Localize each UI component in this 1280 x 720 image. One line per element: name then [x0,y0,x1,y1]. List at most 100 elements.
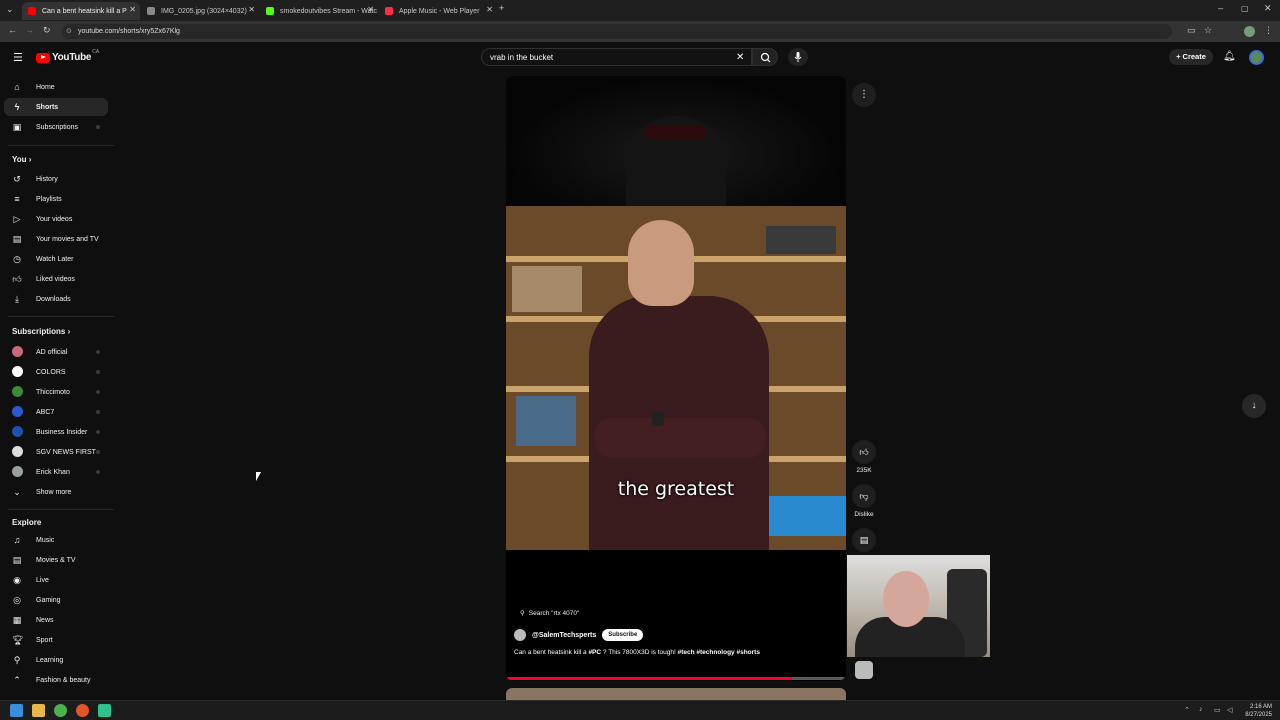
browser-tab[interactable]: Apple Music - Web Player ✕ [379,2,497,20]
subscription-item[interactable]: Thiccimoto [4,383,108,401]
subscription-item[interactable]: ABC7 [4,403,108,421]
maximize-button[interactable]: ▢ [1241,4,1249,13]
search-suggestion[interactable]: ⚲ Search "rtx 4070" [520,609,579,617]
display-tray-icon[interactable]: ▭ [1214,706,1221,714]
volume-tray-icon[interactable]: ◁ [1227,706,1232,714]
sidebar-item[interactable]: ◷ Watch Later [4,250,108,268]
close-tab-icon[interactable]: ✕ [129,5,136,14]
site-info-icon[interactable]: ⊙ [66,24,72,39]
close-tab-icon[interactable]: ✕ [248,5,255,14]
chrome-icon[interactable] [54,704,67,717]
new-tab-button[interactable]: + [499,3,504,13]
logo-country: CA [92,48,100,55]
sidebar-item[interactable]: ⚲ Learning [4,651,108,669]
sidebar-item-subscriptions[interactable]: ▣ Subscriptions [4,118,108,136]
sound-avatar[interactable] [855,661,873,679]
windows-start-icon[interactable] [10,704,23,717]
sidebar-item[interactable]: ♫ Music [4,531,108,549]
sidebar-item-label: Playlists [36,195,62,203]
voice-search-button[interactable] [788,48,808,66]
show-more-button[interactable]: ⌄ Show more [4,483,108,501]
close-tab-icon[interactable]: ✕ [367,5,374,14]
new-content-dot [96,450,100,454]
bookmark-star-icon[interactable]: ☆ [1204,25,1212,36]
reload-icon[interactable]: ↻ [43,25,51,36]
forward-icon[interactable]: → [25,25,34,35]
shorts-player[interactable]: the greatest ⚲ Search "rtx 4070" @SalemTe… [506,76,846,681]
sidebar-item-label: SGV NEWS FIRST [36,448,96,456]
subscription-item[interactable]: Business Insider [4,423,108,441]
tray-chevron-icon[interactable]: ⌃ [1184,706,1190,714]
youtube-logo[interactable]: YouTube CA [36,48,100,63]
browser-tab[interactable]: smokedoutvibes Stream - Watc ✕ [260,2,378,20]
search-input[interactable]: vrab in the bucket ✕ [481,48,752,66]
subscription-item[interactable]: SGV NEWS FIRST [4,443,108,461]
sidebar-item[interactable]: ↺ History [4,170,108,188]
search-icon [760,52,771,63]
sidebar-item-shorts[interactable]: ϟ Shorts [4,98,108,116]
channel-name[interactable]: @SalemTechsperts [532,632,596,639]
subscribe-button[interactable]: Subscribe [602,629,644,641]
account-avatar[interactable] [1249,50,1264,65]
cast-icon[interactable]: ▭ [1187,25,1196,36]
you-heading[interactable]: You › [12,155,31,164]
sidebar-item-label: COLORS [36,368,66,376]
close-tab-icon[interactable]: ✕ [486,5,493,14]
sidebar-item-home[interactable]: ⌂ Home [4,78,108,96]
tab-title: Can a bent heatsink kill a P [42,7,127,15]
hashtag-link[interactable]: #technology [696,649,734,656]
more-options-button[interactable]: ⋮ [852,83,876,107]
sidebar-item[interactable]: ≡ Playlists [4,190,108,208]
subscription-item[interactable]: COLORS [4,363,108,381]
like-button[interactable]: 👍︎ [852,440,876,464]
firefox-icon[interactable] [76,704,89,717]
sidebar-item[interactable]: ⌃ Fashion & beauty [4,671,108,689]
tab-search-icon[interactable]: ⌄ [6,4,14,15]
profile-avatar[interactable] [1244,26,1255,37]
video-top-area [506,76,846,206]
sidebar-item[interactable]: ▷ Your videos [4,210,108,228]
browser-menu-icon[interactable]: ⋮ [1264,25,1273,36]
arrow-down-icon: ↓ [1251,400,1257,411]
app-icon[interactable] [98,704,111,717]
hamburger-menu-icon[interactable]: ☰ [13,51,23,64]
hashtag-link[interactable]: #tech [678,649,695,656]
sidebar-item[interactable]: 👍︎ Liked videos [4,270,108,288]
hashtag-link[interactable]: #shorts [736,649,759,656]
sidebar-item[interactable]: ◎ Gaming [4,591,108,609]
sidebar-item[interactable]: ▤ Movies & TV [4,551,108,569]
comments-button[interactable]: ▤ [852,528,876,552]
sidebar-item[interactable]: ▦ News [4,611,108,629]
subscription-item[interactable]: Erick Khan [4,463,108,481]
browser-tab[interactable]: Can a bent heatsink kill a P ✕ [22,2,140,20]
clock[interactable]: 2:16 AM 8/27/2025 [1245,703,1272,719]
subscription-item[interactable]: AD official [4,343,108,361]
next-short-preview[interactable] [506,688,846,700]
channel-avatar[interactable] [514,629,526,641]
sidebar-divider [8,509,114,510]
create-button[interactable]: + Create [1169,49,1213,65]
new-content-dot [96,125,100,129]
url-field[interactable]: ⊙ youtube.com/shorts/xry5Zx67Klg [62,24,1172,39]
browser-tab[interactable]: IMG_0205.jpg (3024×4032) ✕ [141,2,259,20]
clear-search-icon[interactable]: ✕ [736,49,744,66]
close-window-button[interactable]: ✕ [1264,3,1272,14]
microphone-tray-icon[interactable]: ♪ [1199,706,1203,713]
sidebar-item[interactable]: ◉ Live [4,571,108,589]
file-explorer-icon[interactable] [32,704,45,717]
short-description[interactable]: Can a bent heatsink kill a #PC ? This 78… [514,648,764,658]
search-button[interactable] [752,48,778,66]
minimize-button[interactable]: – [1218,3,1223,13]
back-icon[interactable]: ← [8,25,17,35]
sidebar-divider [8,145,114,146]
hashtag-link[interactable]: #PC [588,649,601,656]
explore-heading[interactable]: Explore [12,518,41,527]
sidebar-item[interactable]: ⤓ Downloads [4,290,108,308]
next-short-button[interactable]: ↓ [1242,394,1266,418]
sidebar-item[interactable]: 🏆︎ Sport [4,631,108,649]
dislike-button[interactable]: 👎︎ [852,484,876,508]
sidebar-item[interactable]: ▤ Your movies and TV [4,230,108,248]
subscriptions-heading[interactable]: Subscriptions › [12,327,70,336]
video-progress-bar[interactable] [506,677,846,680]
notifications-bell-icon[interactable]: 🔔︎ [1223,51,1236,62]
